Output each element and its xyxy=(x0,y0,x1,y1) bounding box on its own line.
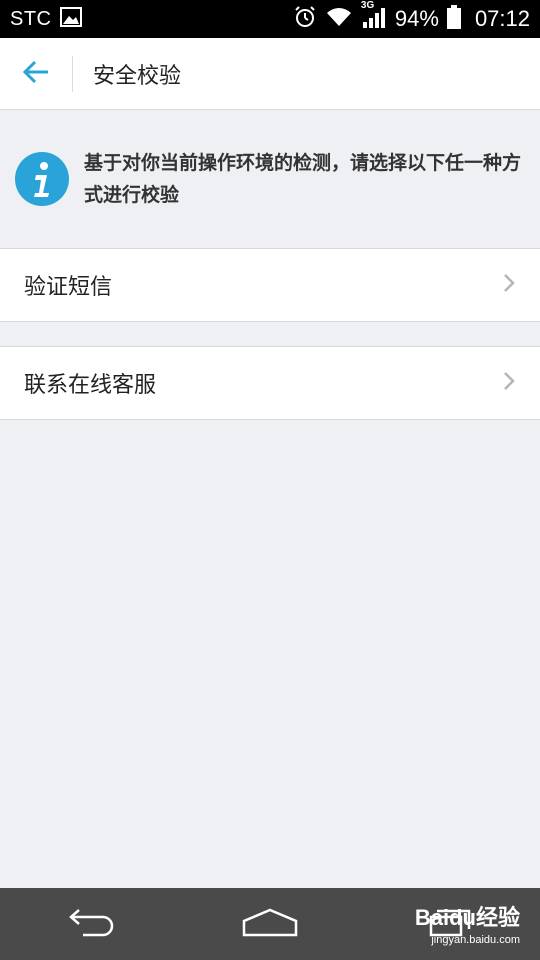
header-divider xyxy=(72,55,73,92)
online-service-item[interactable]: 联系在线客服 xyxy=(0,346,540,420)
watermark-url: jingyan.baidu.com xyxy=(431,934,520,946)
info-icon xyxy=(14,151,70,207)
nav-home-button[interactable] xyxy=(225,894,315,954)
clock: 07:12 xyxy=(474,6,530,31)
status-right: 3G 94% 07:12 xyxy=(293,0,530,34)
carrier-label: STC xyxy=(10,7,52,30)
online-service-label: 联系在线客服 xyxy=(24,373,157,398)
back-button[interactable] xyxy=(0,38,72,110)
status-left: STC xyxy=(10,6,82,32)
verify-sms-label: 验证短信 xyxy=(24,275,113,300)
gallery-icon xyxy=(59,6,82,32)
baidu-watermark: Baidu经验 jingyan.baidu.com xyxy=(415,900,520,946)
chevron-right-icon xyxy=(502,370,516,396)
nav-back-icon xyxy=(63,907,117,941)
notice-text: 基于对你当前操作环境的检测，请选择以下任一种方式进行校验 xyxy=(84,152,522,206)
alarm-icon xyxy=(293,5,317,34)
home-icon xyxy=(241,907,299,941)
chevron-right-icon xyxy=(502,272,516,298)
info-notice: 基于对你当前操作环境的检测，请选择以下任一种方式进行校验 xyxy=(0,110,540,248)
battery-percent: 94% xyxy=(394,6,439,31)
verify-sms-item[interactable]: 验证短信 xyxy=(0,248,540,322)
wifi-icon xyxy=(325,6,353,33)
battery-icon xyxy=(446,4,461,34)
network-type-label: 3G xyxy=(360,0,375,11)
watermark-brand: Baidu经验 xyxy=(414,905,520,930)
nav-back-button[interactable] xyxy=(45,894,135,954)
app-header: 安全校验 xyxy=(0,38,540,110)
signal-icon: 3G xyxy=(361,0,387,33)
status-bar: STC 3G 94% 07:12 xyxy=(0,0,540,38)
back-arrow-icon xyxy=(22,60,50,88)
page-title: 安全校验 xyxy=(93,63,182,89)
